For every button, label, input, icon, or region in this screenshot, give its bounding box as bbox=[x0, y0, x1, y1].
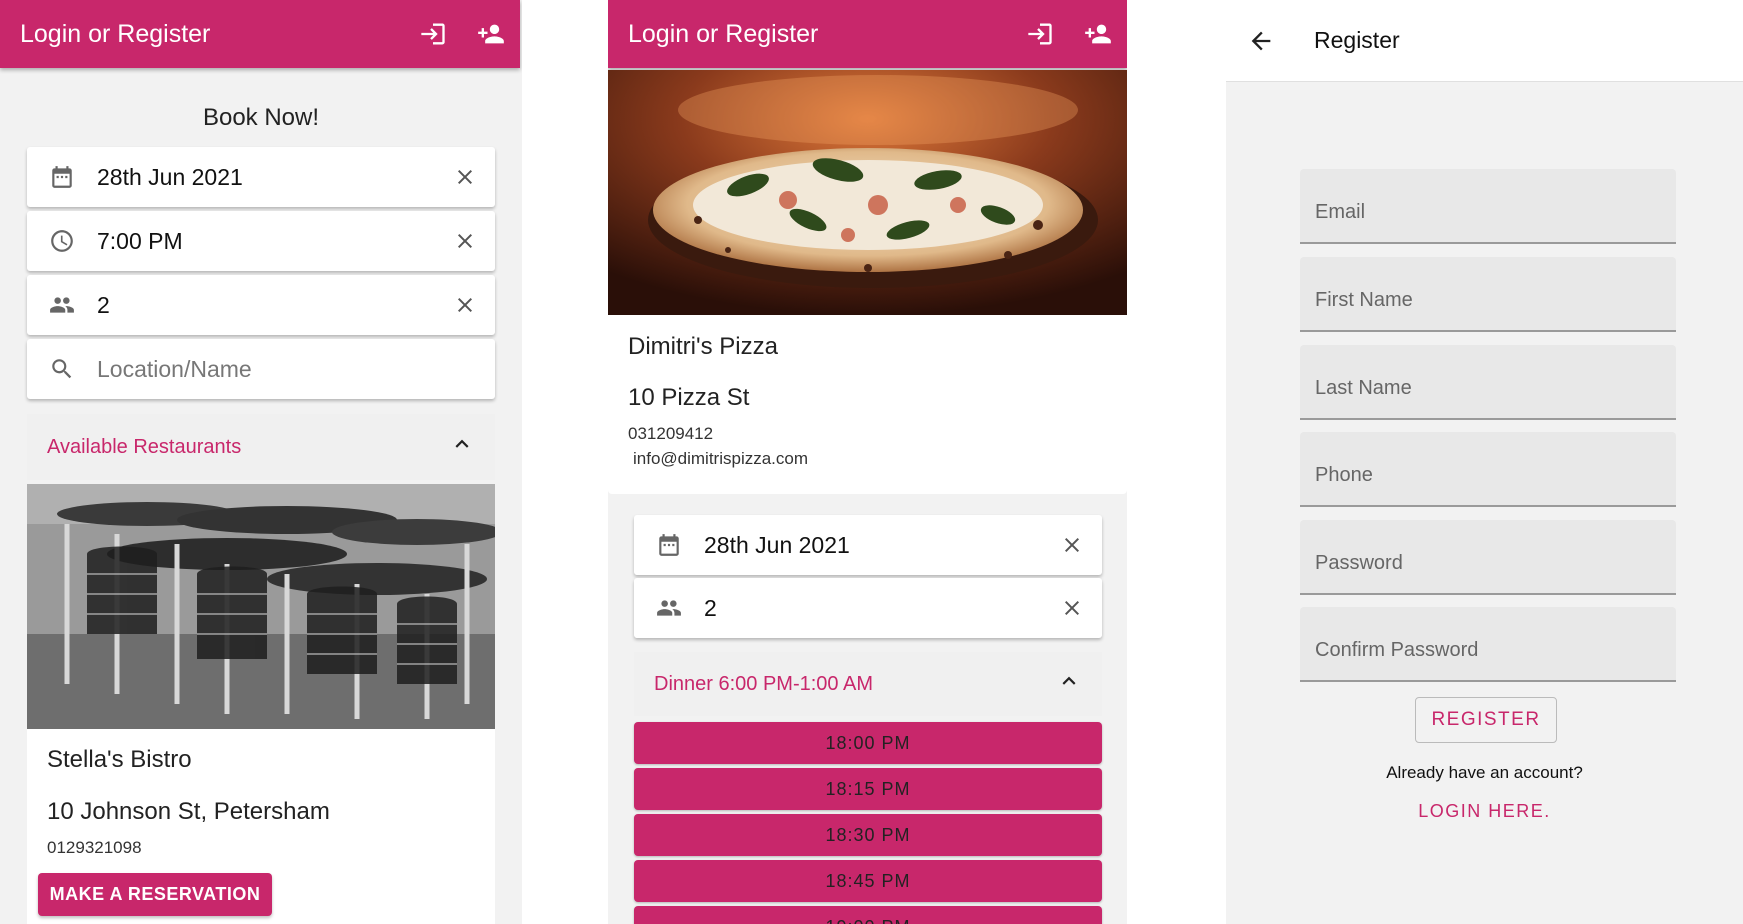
time-slot-button[interactable]: 18:45 PM bbox=[634, 860, 1102, 902]
date-value: 28th Jun 2021 bbox=[704, 531, 850, 558]
password-field[interactable]: Password bbox=[1300, 520, 1676, 595]
search-icon bbox=[27, 356, 97, 382]
dinner-session-header[interactable]: Dinner 6:00 PM-1:00 AM bbox=[634, 652, 1102, 716]
top-bar: Register bbox=[1226, 0, 1743, 82]
date-value: 28th Jun 2021 bbox=[97, 163, 243, 190]
date-field[interactable]: 28th Jun 2021 bbox=[634, 515, 1102, 575]
account-prompt: Already have an account? bbox=[1386, 763, 1583, 782]
restaurant-detail-screen: Login or Register Dimitri's Pizza 10 Piz… bbox=[608, 0, 1127, 924]
time-slot-button[interactable]: 19:00 PM bbox=[634, 906, 1102, 924]
person-add-icon[interactable] bbox=[1069, 0, 1127, 68]
guests-field[interactable]: 2 bbox=[27, 275, 495, 335]
guests-value: 2 bbox=[704, 594, 717, 621]
restaurant-image bbox=[27, 484, 495, 729]
search-field[interactable]: Location/Name bbox=[27, 339, 495, 399]
login-icon[interactable] bbox=[404, 0, 462, 68]
register-button[interactable]: REGISTER bbox=[1415, 697, 1557, 743]
register-screen: Register Email First Name Last Name Phon… bbox=[1226, 0, 1743, 924]
time-field[interactable]: 7:00 PM bbox=[27, 211, 495, 271]
page-title: Register bbox=[1314, 27, 1400, 53]
restaurant-name: Stella's Bistro bbox=[47, 746, 192, 773]
close-icon[interactable] bbox=[435, 165, 495, 189]
clock-icon bbox=[27, 228, 97, 254]
date-field[interactable]: 28th Jun 2021 bbox=[27, 147, 495, 207]
people-icon bbox=[634, 595, 704, 621]
app-bar-title: Login or Register bbox=[628, 19, 819, 48]
time-slot-button[interactable]: 18:00 PM bbox=[634, 722, 1102, 764]
phone-label: Phone bbox=[1315, 464, 1373, 486]
restaurant-address: 10 Pizza St bbox=[628, 384, 750, 411]
restaurant-name: Dimitri's Pizza bbox=[628, 333, 778, 360]
close-icon[interactable] bbox=[1042, 533, 1102, 557]
section-label: Available Restaurants bbox=[47, 435, 242, 458]
email-label: Email bbox=[1315, 201, 1366, 223]
session-label: Dinner 6:00 PM-1:00 AM bbox=[654, 672, 873, 695]
time-slot-button[interactable]: 18:30 PM bbox=[634, 814, 1102, 856]
calendar-icon bbox=[27, 164, 97, 190]
login-icon[interactable] bbox=[1011, 0, 1069, 68]
first-name-label: First Name bbox=[1315, 289, 1413, 311]
confirm-password-label: Confirm Password bbox=[1315, 639, 1479, 661]
close-icon[interactable] bbox=[435, 229, 495, 253]
make-reservation-button[interactable]: MAKE A RESERVATION bbox=[38, 873, 272, 916]
app-bar: Login or Register bbox=[0, 0, 520, 68]
search-input[interactable]: Location/Name bbox=[97, 356, 495, 383]
login-here-link[interactable]: LOGIN HERE. bbox=[1226, 801, 1743, 822]
time-slot-button[interactable]: 18:15 PM bbox=[634, 768, 1102, 810]
app-bar: Login or Register bbox=[608, 0, 1127, 68]
calendar-icon bbox=[634, 532, 704, 558]
people-icon bbox=[27, 292, 97, 318]
restaurant-phone: 031209412 bbox=[628, 424, 714, 443]
last-name-label: Last Name bbox=[1315, 377, 1412, 399]
pizza-image bbox=[608, 70, 1127, 315]
guests-value: 2 bbox=[97, 291, 110, 318]
arrow-back-icon[interactable] bbox=[1226, 27, 1296, 55]
restaurant-address: 10 Johnson St, Petersham bbox=[47, 798, 330, 825]
restaurant-info-card: Dimitri's Pizza 10 Pizza St 031209412 in… bbox=[608, 70, 1127, 494]
restaurant-phone: 0129321098 bbox=[47, 838, 142, 857]
page-heading: Book Now! bbox=[202, 104, 320, 131]
booking-screen: Login or Register Book Now! 28th Jun 202… bbox=[0, 0, 522, 924]
app-bar-title: Login or Register bbox=[20, 19, 211, 48]
chevron-up-icon[interactable] bbox=[1056, 668, 1082, 700]
first-name-field[interactable]: First Name bbox=[1300, 257, 1676, 332]
chevron-up-icon[interactable] bbox=[449, 431, 475, 463]
time-value: 7:00 PM bbox=[97, 227, 183, 254]
confirm-password-field[interactable]: Confirm Password bbox=[1300, 607, 1676, 682]
password-label: Password bbox=[1315, 552, 1403, 574]
restaurant-card: Stella's Bistro 10 Johnson St, Petersham… bbox=[27, 484, 495, 924]
available-restaurants-header[interactable]: Available Restaurants bbox=[27, 414, 495, 480]
last-name-field[interactable]: Last Name bbox=[1300, 345, 1676, 420]
person-add-icon[interactable] bbox=[462, 0, 520, 68]
close-icon[interactable] bbox=[1042, 596, 1102, 620]
email-field[interactable]: Email bbox=[1300, 169, 1676, 244]
phone-field[interactable]: Phone bbox=[1300, 432, 1676, 507]
close-icon[interactable] bbox=[435, 293, 495, 317]
guests-field[interactable]: 2 bbox=[634, 578, 1102, 638]
restaurant-email: info@dimitrispizza.com bbox=[633, 449, 809, 468]
